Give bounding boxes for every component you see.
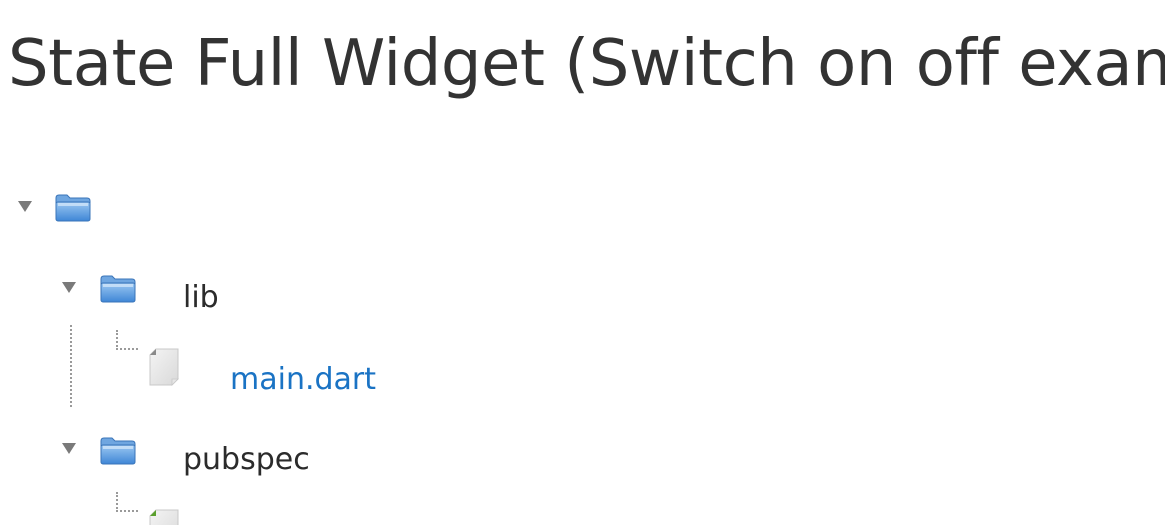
file-tree: lib main.dart pubspec (0, 0, 1165, 525)
triangle-down-icon[interactable] (62, 282, 76, 293)
folder-icon[interactable] (99, 436, 137, 466)
main-dart-link[interactable]: main.dart (230, 360, 376, 400)
file-icon (149, 348, 179, 386)
tree-node-lib-label: lib (183, 280, 219, 315)
tree-connector-line (70, 325, 72, 407)
page: State Full Widget (Switch on off exam li… (0, 0, 1165, 525)
triangle-down-icon[interactable] (18, 201, 32, 212)
tree-elbow-connector (116, 492, 138, 512)
tree-elbow-connector (116, 330, 138, 350)
tree-node-pubspec-label: pubspec (183, 442, 310, 477)
triangle-down-icon[interactable] (62, 443, 76, 454)
folder-icon[interactable] (54, 193, 92, 223)
file-icon (149, 509, 179, 525)
folder-icon[interactable] (99, 274, 137, 304)
